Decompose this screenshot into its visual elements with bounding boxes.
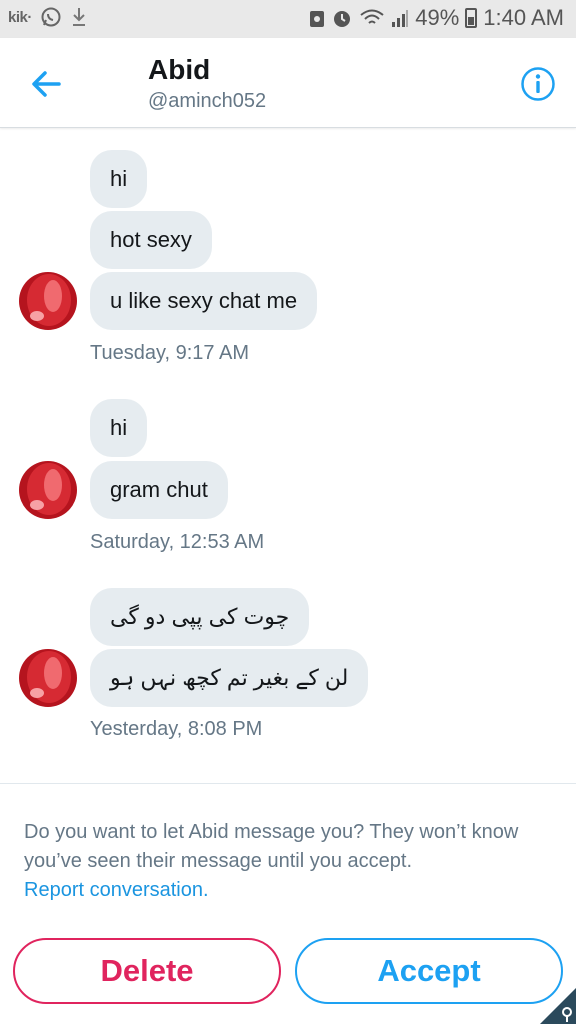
message-request-prompt: Do you want to let Abid message you? The… (24, 818, 544, 905)
message-timestamp: Tuesday, 9:17 AM (90, 342, 249, 364)
avatar[interactable] (19, 272, 77, 330)
status-bar-left: kik· (8, 6, 88, 28)
status-bar: kik· 49% 1:40 AM (0, 0, 576, 38)
message-bubble[interactable]: hot sexy (90, 211, 212, 269)
message-timestamp: Yesterday, 8:08 PM (90, 718, 263, 740)
recycle-icon (309, 8, 325, 28)
battery-percent: 49% (415, 5, 460, 30)
download-icon (70, 6, 88, 28)
alarm-icon (331, 7, 353, 29)
message-bubble[interactable]: hi (90, 150, 148, 208)
message-bubble[interactable]: چوت کی پپی دو گی (90, 588, 310, 646)
request-prompt-text: Do you want to let Abid message you? The… (24, 821, 519, 872)
avatar[interactable] (19, 649, 77, 707)
avatar[interactable] (19, 461, 77, 519)
message-bubble[interactable]: hi (90, 399, 148, 457)
status-bar-right: 49% 1:40 AM (309, 5, 564, 31)
battery-icon (465, 8, 478, 28)
wifi-icon (359, 8, 385, 28)
back-arrow-icon[interactable] (28, 66, 64, 102)
signal-icon (391, 8, 409, 28)
divider (0, 783, 576, 784)
accept-button[interactable]: Accept (295, 938, 563, 1004)
contact-name: Abid (148, 54, 211, 85)
message-timestamp: Saturday, 12:53 AM (90, 531, 265, 553)
message-bubble[interactable]: gram chut (90, 461, 228, 519)
conversation-header: Abid @aminch052 (0, 38, 576, 128)
message-bubble[interactable]: u like sexy chat me (90, 272, 318, 330)
kik-icon: kik· (8, 8, 32, 26)
contact-handle: @aminch052 (148, 90, 267, 112)
whatsapp-icon (40, 6, 62, 28)
key-icon (540, 988, 576, 1024)
delete-button[interactable]: Delete (13, 938, 281, 1004)
clock: 1:40 AM (483, 5, 564, 30)
message-bubble[interactable]: لن کے بغیر تم کچھ نہں ہو (90, 649, 369, 707)
report-conversation-link[interactable]: Report conversation. (24, 879, 209, 901)
info-icon[interactable] (520, 66, 556, 102)
